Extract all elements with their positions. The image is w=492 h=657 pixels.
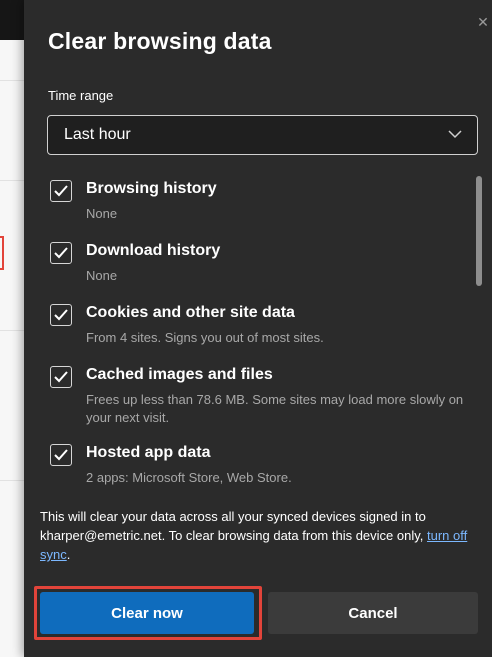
time-range-dropdown[interactable]: Last hour — [47, 115, 478, 155]
hosted-app-data-checkbox[interactable] — [50, 444, 72, 466]
checkmark-icon — [54, 371, 68, 383]
item-description: None — [86, 268, 118, 283]
item-description: None — [86, 206, 118, 221]
time-range-label: Time range — [48, 88, 114, 103]
checkmark-icon — [54, 309, 68, 321]
item-title: Cached images and files — [86, 366, 273, 383]
cookies-checkbox[interactable] — [50, 304, 72, 326]
sync-note-end: . — [66, 547, 71, 562]
browsing-history-checkbox[interactable] — [50, 180, 72, 202]
list-scrollbar[interactable] — [476, 176, 482, 286]
sync-note-text: This will clear your data across all you… — [40, 509, 426, 543]
item-description: From 4 sites. Signs you out of most site… — [86, 330, 324, 345]
checkmark-icon — [54, 247, 68, 259]
item-title: Browsing history — [86, 180, 217, 197]
checkmark-icon — [54, 185, 68, 197]
cached-images-checkbox[interactable] — [50, 366, 72, 388]
sync-note: This will clear your data across all you… — [40, 507, 480, 564]
checkmark-icon — [54, 449, 68, 461]
item-description: Frees up less than 78.6 MB. Some sites m… — [86, 392, 464, 425]
close-icon[interactable]: ✕ — [476, 14, 490, 30]
background-highlight-mark — [0, 236, 4, 270]
data-type-list: Browsing history None Download history N… — [48, 176, 468, 486]
cancel-button[interactable]: Cancel — [268, 592, 478, 634]
item-title: Hosted app data — [86, 444, 211, 461]
time-range-value: Last hour — [64, 126, 131, 143]
item-description: 2 apps: Microsoft Store, Web Store. — [86, 470, 292, 485]
item-title: Download history — [86, 242, 221, 259]
download-history-checkbox[interactable] — [50, 242, 72, 264]
dialog-title: Clear browsing data — [48, 28, 272, 54]
clear-browsing-data-dialog: ✕ Clear browsing data Time range Last ho… — [24, 0, 492, 657]
item-title: Cookies and other site data — [86, 304, 295, 321]
clear-now-button[interactable]: Clear now — [40, 592, 254, 634]
chevron-down-icon — [448, 130, 462, 139]
